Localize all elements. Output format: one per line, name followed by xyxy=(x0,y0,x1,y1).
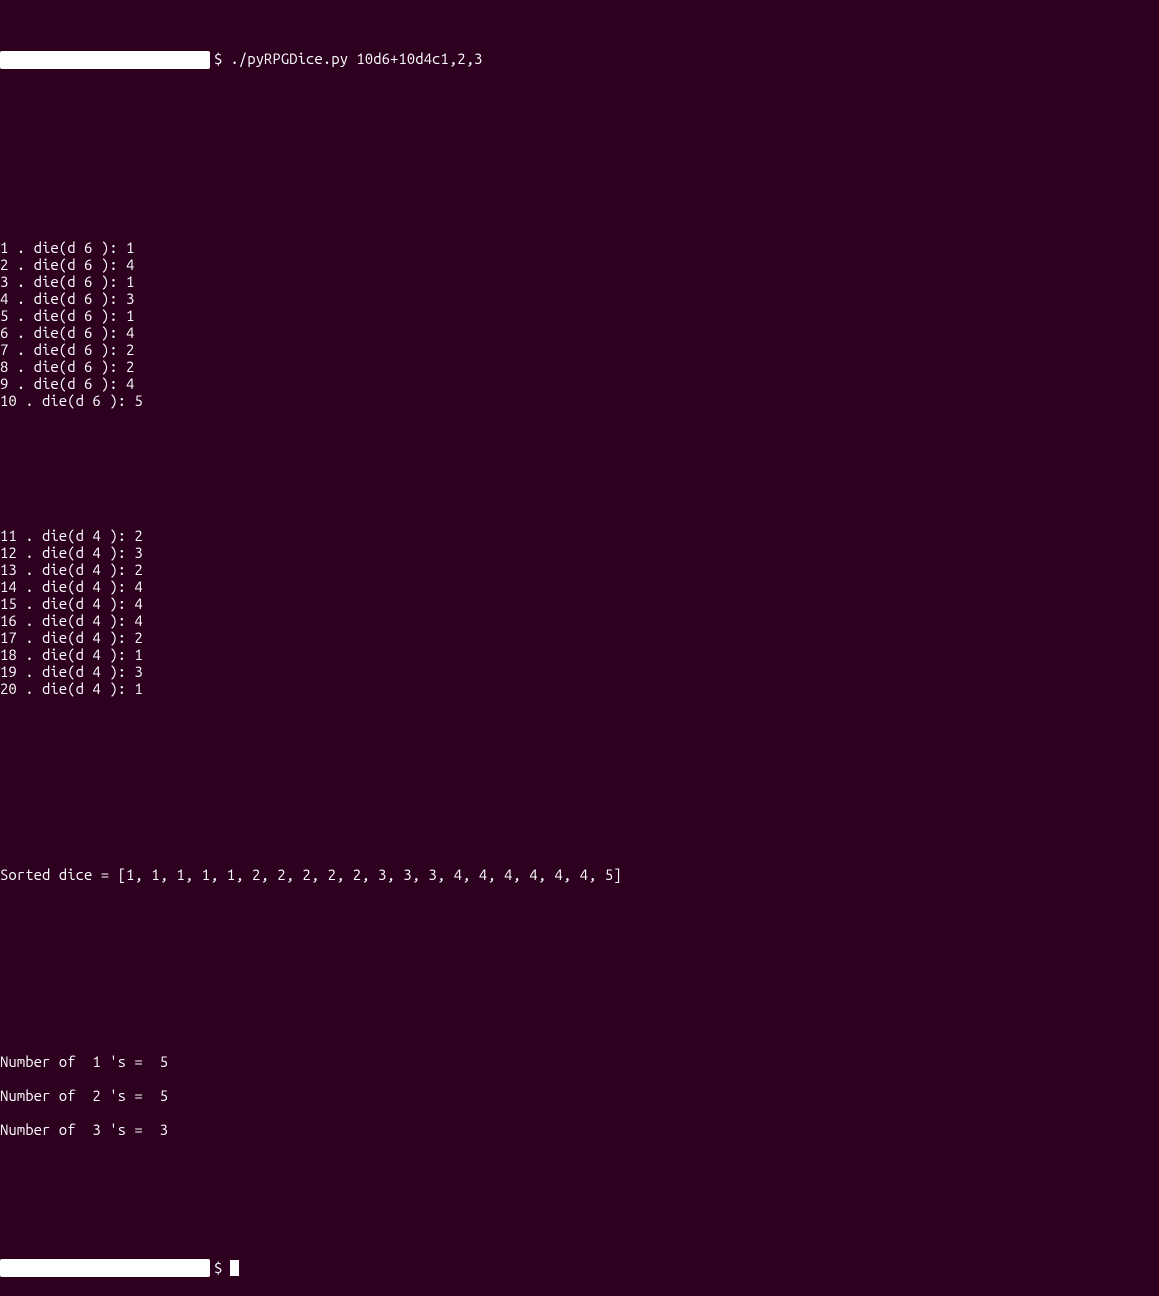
blank-line xyxy=(0,461,1159,478)
dice-roll-line: 5 . die(d 6 ): 1 xyxy=(0,308,1159,325)
count-line: Number of 3 's = 3 xyxy=(0,1122,1159,1139)
blank-line xyxy=(0,799,1159,816)
d6-rolls-block: 1 . die(d 6 ): 12 . die(d 6 ): 43 . die(… xyxy=(0,240,1159,409)
redacted-user-host xyxy=(0,1259,210,1277)
dice-roll-line: 7 . die(d 6 ): 2 xyxy=(0,342,1159,359)
dice-roll-line: 14 . die(d 4 ): 4 xyxy=(0,579,1159,596)
dice-roll-line: 4 . die(d 6 ): 3 xyxy=(0,291,1159,308)
dice-roll-line: 16 . die(d 4 ): 4 xyxy=(0,613,1159,630)
prompt-line-top: $ ./pyRPGDice.py 10d6+10d4c1,2,3 xyxy=(0,51,1159,69)
dice-roll-line: 19 . die(d 4 ): 3 xyxy=(0,664,1159,681)
command-text: ./pyRPGDice.py 10d6+10d4c1,2,3 xyxy=(230,51,482,68)
dice-roll-line: 12 . die(d 4 ): 3 xyxy=(0,545,1159,562)
redacted-user-host xyxy=(0,51,210,69)
dice-roll-line: 15 . die(d 4 ): 4 xyxy=(0,596,1159,613)
dice-roll-line: 17 . die(d 4 ): 2 xyxy=(0,630,1159,647)
sorted-dice-line: Sorted dice = [1, 1, 1, 1, 1, 2, 2, 2, 2… xyxy=(0,867,1159,884)
blank-line xyxy=(0,1105,1159,1122)
blank-line xyxy=(0,749,1159,766)
dice-roll-line: 6 . die(d 6 ): 4 xyxy=(0,325,1159,342)
dice-roll-line: 13 . die(d 4 ): 2 xyxy=(0,562,1159,579)
dice-roll-line: 1 . die(d 6 ): 1 xyxy=(0,240,1159,257)
blank-line xyxy=(0,935,1159,952)
cursor[interactable] xyxy=(230,1260,239,1276)
blank-line xyxy=(0,1071,1159,1088)
prompt-symbol: $ xyxy=(214,51,222,68)
dice-roll-line: 10 . die(d 6 ): 5 xyxy=(0,393,1159,410)
d4-rolls-block: 11 . die(d 4 ): 212 . die(d 4 ): 313 . d… xyxy=(0,528,1159,697)
blank-line xyxy=(0,173,1159,190)
terminal-window[interactable]: $ ./pyRPGDice.py 10d6+10d4c1,2,3 1 . die… xyxy=(0,0,1159,1296)
dice-roll-line: 20 . die(d 4 ): 1 xyxy=(0,681,1159,698)
blank-line xyxy=(0,986,1159,1003)
dice-roll-line: 2 . die(d 6 ): 4 xyxy=(0,257,1159,274)
dice-roll-line: 11 . die(d 4 ): 2 xyxy=(0,528,1159,545)
dice-roll-line: 8 . die(d 6 ): 2 xyxy=(0,359,1159,376)
dice-roll-line: 3 . die(d 6 ): 1 xyxy=(0,274,1159,291)
count-line: Number of 2 's = 5 xyxy=(0,1088,1159,1105)
count-line: Number of 1 's = 5 xyxy=(0,1054,1159,1071)
prompt-symbol: $ xyxy=(214,1260,222,1277)
dice-roll-line: 18 . die(d 4 ): 1 xyxy=(0,647,1159,664)
prompt-line-bottom[interactable]: $ xyxy=(0,1259,1159,1277)
dice-roll-line: 9 . die(d 6 ): 4 xyxy=(0,376,1159,393)
counts-block: Number of 1 's = 5 Number of 2 's = 5 Numb… xyxy=(0,1054,1159,1139)
blank-line xyxy=(0,1189,1159,1206)
blank-line xyxy=(0,122,1159,139)
